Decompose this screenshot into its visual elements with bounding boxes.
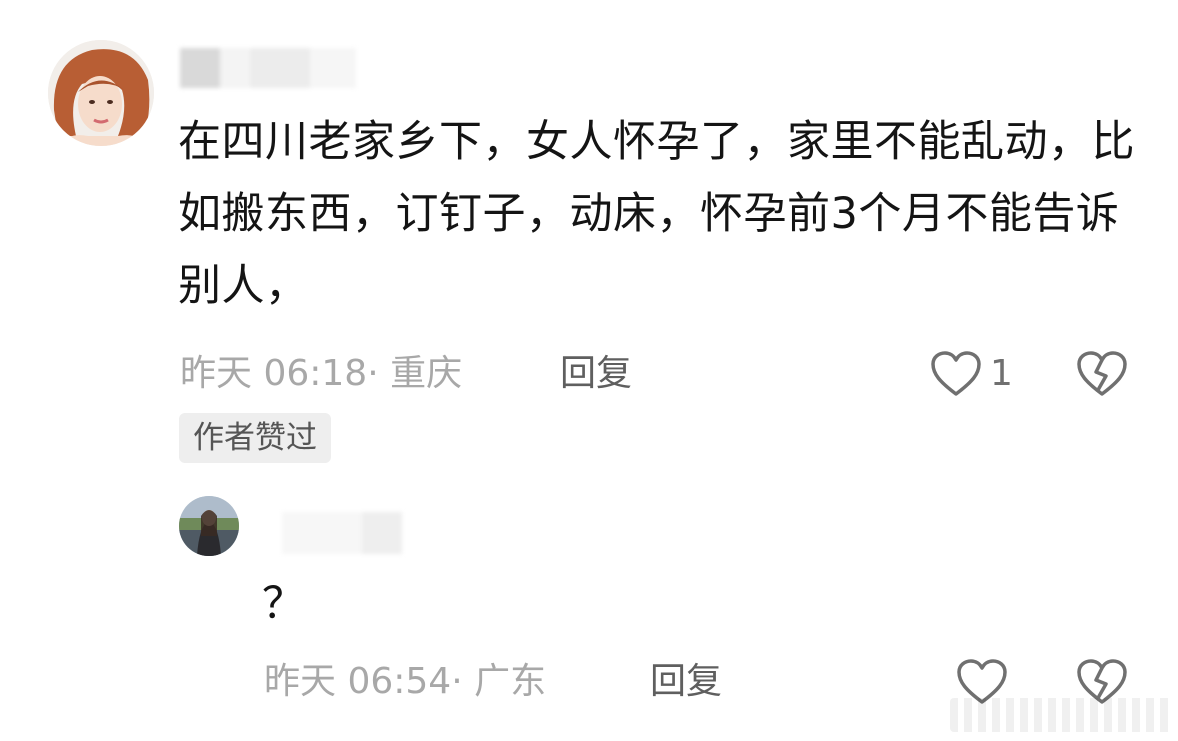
reply-to-reply-button[interactable]: 回复 (650, 654, 722, 710)
like-button[interactable]: 1 (930, 350, 1013, 398)
like-count: 1 (990, 353, 1013, 394)
comment-text: 在四川老家乡下，女人怀孕了，家里不能乱动，比如搬东西，订钉子，动床，怀孕前3个月… (178, 117, 1135, 311)
reply-button[interactable]: 回复 (560, 346, 632, 402)
avatar-photo (48, 40, 154, 146)
broken-heart-icon (1077, 351, 1127, 396)
reply-text: ？ (262, 579, 305, 629)
reply-avatar[interactable] (179, 496, 239, 556)
heart-outline-icon (931, 351, 981, 396)
watermark (950, 698, 1172, 732)
username-redacted (180, 48, 356, 88)
author-liked-badge: 作者赞过 (179, 413, 331, 463)
reply-meta: 昨天 06:54· 广东 (264, 661, 547, 702)
comment-meta: 昨天 06:18· 重庆 (180, 353, 463, 394)
dislike-button[interactable] (1076, 350, 1128, 402)
reply-avatar-photo (179, 496, 239, 556)
avatar[interactable] (48, 40, 154, 146)
comment-thread: 在四川老家乡下，女人怀孕了，家里不能乱动，比如搬东西，订钉子，动床，怀孕前3个月… (0, 0, 1178, 741)
reply-username-redacted (282, 512, 402, 554)
